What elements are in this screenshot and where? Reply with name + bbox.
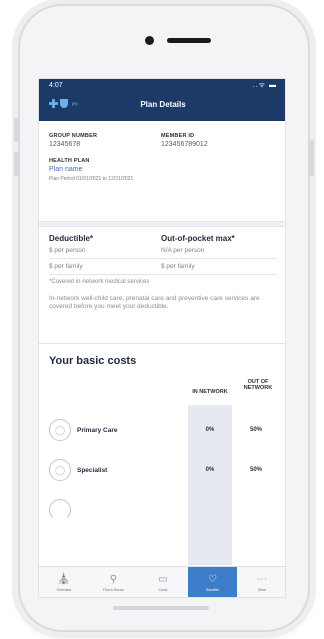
basic-costs-title: Your basic costs	[49, 355, 137, 367]
page-title: Plan Details	[140, 100, 186, 109]
receipt-icon: ▭	[158, 574, 168, 585]
member-info-section: GROUP NUMBER 12345678 MEMBER ID 12345678…	[39, 121, 285, 182]
oop-max-title: Out-of-pocket max*	[161, 234, 235, 243]
out-of-network-value: 50%	[249, 427, 262, 433]
out-of-network-value: 50%	[249, 467, 262, 473]
tab-benefits[interactable]: ♡ Benefits	[187, 567, 238, 597]
home-indicator[interactable]	[113, 606, 209, 610]
health-plan-label: HEALTH PLAN	[49, 158, 90, 164]
more-icon: ⋯	[257, 574, 268, 585]
deductible-title: Deductible*	[49, 234, 94, 243]
status-time: 4:07	[49, 82, 63, 89]
divider	[49, 274, 277, 275]
tab-label: Costs	[158, 588, 168, 592]
service-row-primary-care[interactable]: ◯ Primary Care 0% 50%	[49, 415, 277, 445]
navigation-bar: 4:07 ..ᯤ ▬ (R) Plan Details	[39, 79, 285, 121]
group-number-label: GROUP NUMBER	[49, 133, 98, 139]
service-row-partial	[49, 495, 277, 525]
deductible-section: Deductible* Out-of-pocket max* $ per per…	[39, 234, 285, 311]
tab-label: Benefits	[206, 588, 219, 592]
service-icon	[49, 499, 71, 521]
person-icon: ◯	[49, 419, 71, 441]
oop-per-family: $ per family	[161, 263, 195, 270]
earpiece-speaker	[167, 38, 211, 43]
status-icons: ..ᯤ ▬	[252, 82, 277, 89]
section-divider	[39, 221, 285, 227]
group-number-value: 12345678	[49, 141, 81, 148]
out-of-network-header: OUT OF NETWORK	[243, 379, 273, 392]
service-name: Specialist	[77, 466, 108, 474]
oop-per-person: N/A per person	[161, 247, 205, 254]
service-row-specialist[interactable]: ◯ Specialist 0% 50%	[49, 455, 277, 485]
app-screen: 4:07 ..ᯤ ▬ (R) Plan Details GROUP NUMBER…	[38, 78, 286, 598]
coverage-footnote: *Covered in-network medical services	[49, 279, 150, 285]
tab-label: More	[258, 588, 267, 592]
member-id-label: MEMBER ID	[161, 133, 195, 139]
tab-label: Overview	[56, 588, 72, 592]
service-name: Primary Care	[77, 426, 118, 434]
deductible-per-person: $ per person	[49, 247, 86, 254]
power-button	[310, 140, 314, 176]
member-id-value: 123456789012	[161, 141, 208, 148]
section-divider	[39, 343, 285, 345]
stethoscope-icon: ◯	[49, 459, 71, 481]
in-network-header: IN NETWORK	[192, 389, 228, 395]
tab-more[interactable]: ⋯ More	[237, 567, 285, 597]
tab-label: Find a Doctor	[102, 588, 124, 592]
preventive-care-note: In-network well-child care, prenatal car…	[49, 294, 260, 310]
heart-icon: ♡	[208, 574, 218, 585]
deductible-per-family: $ per family	[49, 263, 83, 270]
plan-name-link[interactable]: Plan name	[49, 166, 277, 173]
plan-period: Plan Period 01/01/2021 to 12/31/2021	[49, 176, 134, 182]
in-network-value: 0%	[205, 427, 215, 433]
tab-find-a-doctor[interactable]: ⚲ Find a Doctor	[89, 567, 139, 597]
volume-up-button	[14, 118, 18, 142]
location-pin-icon: ⚲	[109, 574, 118, 585]
tab-overview[interactable]: ⛪ Overview	[39, 567, 89, 597]
front-camera	[145, 36, 154, 45]
tab-costs[interactable]: ▭ Costs	[138, 567, 188, 597]
building-icon: ⛪	[57, 574, 71, 585]
bottom-tab-bar: ⛪ Overview ⚲ Find a Doctor ▭ Costs ♡ Ben…	[39, 566, 285, 597]
volume-down-button	[14, 152, 18, 176]
in-network-value: 0%	[205, 467, 215, 473]
